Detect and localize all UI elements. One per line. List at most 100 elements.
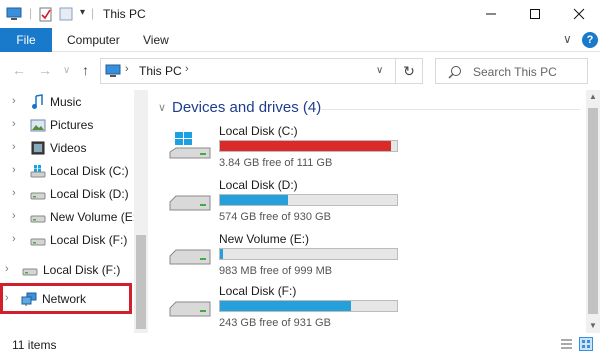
tab-view[interactable]: View: [143, 33, 169, 47]
nav-item-local-disk-d[interactable]: › Local Disk (D:): [0, 183, 146, 205]
drive-icon: [169, 195, 211, 211]
nav-scrollbar-thumb[interactable]: [136, 235, 146, 329]
breadcrumb-this-pc[interactable]: This PC: [139, 64, 182, 78]
computer-icon[interactable]: [6, 7, 22, 21]
expand-chevron-icon[interactable]: ›: [12, 141, 16, 153]
maximize-button[interactable]: [514, 0, 556, 28]
drive-tile-c[interactable]: Local Disk (C:) 3.84 GB free of 111 GB: [164, 124, 434, 172]
window-title: This PC: [103, 7, 146, 21]
address-bar[interactable]: › This PC › ∨: [100, 58, 396, 84]
windows-drive-icon: [169, 132, 211, 159]
maximize-icon: [530, 9, 540, 19]
group-divider: [320, 109, 580, 110]
ribbon-tabs: File Computer View ∨ ?: [0, 28, 600, 52]
content-scrollbar[interactable]: ▲ ▼: [586, 90, 600, 333]
usage-bar: [219, 248, 398, 260]
expand-chevron-icon[interactable]: ›: [12, 187, 16, 199]
content-pane: ∨ Devices and drives (4) Local Disk (C:)…: [150, 90, 586, 333]
usage-bar: [219, 300, 398, 312]
separator: |: [91, 6, 95, 20]
nav-item-music[interactable]: › Music: [0, 91, 146, 113]
details-view-icon[interactable]: [560, 338, 573, 350]
address-dropdown-icon[interactable]: ∨: [376, 65, 383, 76]
drive-icon: [169, 301, 211, 317]
nav-item-videos[interactable]: › Videos: [0, 137, 146, 159]
content-scrollbar-thumb[interactable]: [588, 108, 598, 314]
nav-item-label: Pictures: [50, 118, 94, 132]
expand-chevron-icon[interactable]: ›: [5, 263, 9, 275]
expand-chevron-icon[interactable]: ›: [12, 118, 16, 130]
recent-locations-icon[interactable]: ∨: [63, 65, 70, 76]
item-count: 11 items: [12, 338, 57, 352]
usage-bar: [219, 194, 398, 206]
nav-item-label: Local Disk (F:): [43, 263, 121, 277]
minimize-icon: [486, 13, 496, 15]
drive-icon: [30, 215, 46, 223]
collapse-group-icon[interactable]: ∨: [158, 101, 166, 114]
usage-bar-fill: [220, 301, 351, 311]
nav-item-new-volume-e[interactable]: › New Volume (E:): [0, 206, 146, 228]
breadcrumb-chevron-icon[interactable]: ›: [185, 63, 189, 75]
forward-button[interactable]: →: [38, 62, 52, 78]
drive-icon: [30, 238, 46, 246]
scroll-up-icon[interactable]: ▲: [589, 92, 597, 101]
nav-item-label: Videos: [50, 141, 87, 155]
drive-tile-e[interactable]: New Volume (E:) 983 MB free of 999 MB: [164, 232, 434, 280]
drive-name: Local Disk (D:): [219, 178, 298, 192]
nav-item-label: Music: [50, 95, 82, 109]
customize-toolbar-icon[interactable]: ▾: [80, 7, 85, 18]
title-bar: | ▾ | This PC: [0, 0, 600, 28]
network-highlight-box: [0, 283, 132, 314]
drive-tile-f[interactable]: Local Disk (F:) 243 GB free of 931 GB: [164, 284, 434, 332]
properties-icon[interactable]: [39, 7, 53, 22]
tiles-view-icon[interactable]: [579, 337, 593, 351]
expand-chevron-icon[interactable]: ›: [12, 164, 16, 176]
nav-item-label: Local Disk (C:): [50, 164, 129, 178]
drive-free-space: 3.84 GB free of 111 GB: [219, 157, 333, 169]
drive-icon: [22, 268, 38, 276]
usage-bar-fill: [220, 249, 223, 259]
search-input[interactable]: Search This PC: [435, 58, 588, 84]
tab-file[interactable]: File: [0, 28, 52, 52]
pictures-icon: [30, 119, 46, 132]
nav-item-local-disk-f-removable[interactable]: › Local Disk (F:): [0, 259, 146, 281]
address-row: ← → ∨ ↑ › This PC › ∨ ↻ Search This PC: [0, 52, 600, 90]
refresh-button[interactable]: ↻: [396, 58, 423, 84]
up-button[interactable]: ↑: [82, 62, 89, 78]
search-placeholder: Search This PC: [473, 65, 557, 79]
separator: |: [29, 6, 33, 20]
nav-scrollbar[interactable]: [134, 90, 148, 333]
nav-item-label: New Volume (E:): [50, 210, 141, 224]
usage-bar-fill: [220, 195, 288, 205]
scroll-down-icon[interactable]: ▼: [589, 321, 597, 330]
new-folder-icon[interactable]: [59, 7, 73, 21]
search-icon: [448, 66, 461, 79]
music-icon: [32, 94, 43, 109]
expand-chevron-icon[interactable]: ›: [12, 210, 16, 222]
drive-icon: [30, 192, 46, 200]
nav-item-pictures[interactable]: › Pictures: [0, 114, 146, 136]
breadcrumb-chevron-icon[interactable]: ›: [125, 63, 129, 75]
nav-item-local-disk-f[interactable]: › Local Disk (F:): [0, 229, 146, 251]
expand-chevron-icon[interactable]: ›: [12, 233, 16, 245]
group-header[interactable]: Devices and drives (4): [172, 99, 321, 116]
drive-free-space: 243 GB free of 931 GB: [219, 317, 331, 329]
nav-item-label: Local Disk (F:): [50, 233, 128, 247]
expand-ribbon-icon[interactable]: ∨: [563, 32, 572, 46]
usage-bar-fill: [220, 141, 391, 151]
expand-chevron-icon[interactable]: ›: [12, 95, 16, 107]
nav-item-label: Local Disk (D:): [50, 187, 129, 201]
help-button[interactable]: ?: [582, 32, 598, 48]
windows-drive-icon: [30, 165, 46, 178]
minimize-button[interactable]: [470, 0, 512, 28]
refresh-icon: ↻: [403, 62, 415, 79]
status-bar: 11 items: [0, 333, 600, 355]
close-button[interactable]: [558, 0, 600, 28]
drive-free-space: 574 GB free of 930 GB: [219, 211, 331, 223]
nav-item-local-disk-c[interactable]: › Local Disk (C:): [0, 160, 146, 182]
tab-computer[interactable]: Computer: [67, 33, 120, 47]
drive-tile-d[interactable]: Local Disk (D:) 574 GB free of 930 GB: [164, 178, 434, 226]
drive-icon: [169, 249, 211, 265]
back-button[interactable]: ←: [12, 62, 26, 78]
videos-icon: [31, 141, 45, 155]
